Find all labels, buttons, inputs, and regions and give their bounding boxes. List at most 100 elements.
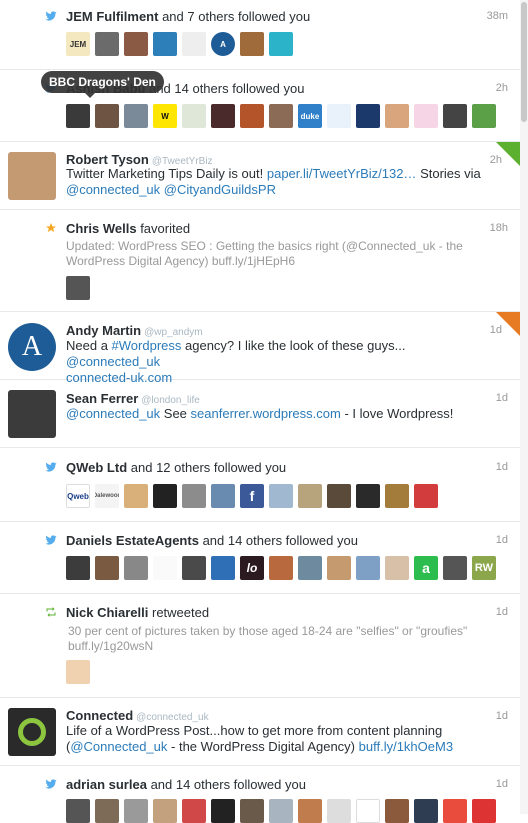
tweet-link[interactable]: seanferrer.wordpress.com <box>191 406 341 421</box>
avatar[interactable] <box>153 32 177 56</box>
avatar[interactable] <box>124 104 148 128</box>
avatar[interactable] <box>385 799 409 823</box>
avatar[interactable] <box>385 484 409 508</box>
avatar[interactable] <box>298 799 322 823</box>
mention-link[interactable]: @connected_uk <box>66 406 160 421</box>
notification-item[interactable]: adrian surlea and 14 others followed you… <box>0 766 520 823</box>
avatar[interactable] <box>356 104 380 128</box>
avatar[interactable] <box>356 484 380 508</box>
avatar[interactable] <box>472 104 496 128</box>
avatar[interactable]: RW <box>472 556 496 580</box>
avatar[interactable] <box>8 390 56 438</box>
avatar[interactable] <box>182 556 206 580</box>
avatar[interactable] <box>356 556 380 580</box>
avatar[interactable] <box>8 152 56 200</box>
notification-item[interactable]: Chris Wells favorited 18h Updated: WordP… <box>0 210 520 312</box>
user-name-link[interactable]: Sean Ferrer <box>66 391 138 406</box>
mention-link[interactable]: @Connected_uk <box>70 739 167 754</box>
avatar[interactable] <box>269 104 293 128</box>
avatar[interactable] <box>327 484 351 508</box>
avatar[interactable] <box>66 104 90 128</box>
tweet-link[interactable]: paper.li/TweetYrBiz/132… <box>267 166 417 181</box>
avatar[interactable]: f <box>240 484 264 508</box>
timestamp[interactable]: 2h <box>496 82 508 94</box>
tweet-item[interactable]: Robert Tyson @TweetYrBiz 2h Twitter Marke… <box>0 142 520 210</box>
avatar[interactable] <box>414 799 438 823</box>
tweet-item[interactable]: Sean Ferrer @london_life 1d @connected_uk… <box>0 380 520 448</box>
avatar[interactable] <box>327 104 351 128</box>
avatar[interactable] <box>414 104 438 128</box>
timestamp[interactable]: 1d <box>496 534 508 546</box>
hashtag-link[interactable]: #Wordpress <box>112 338 182 353</box>
avatar[interactable] <box>443 799 467 823</box>
timestamp[interactable]: 1d <box>496 606 508 618</box>
avatar[interactable]: A <box>211 32 235 56</box>
avatar[interactable] <box>269 799 293 823</box>
avatar[interactable] <box>269 556 293 580</box>
mention-link[interactable]: @connected_uk <box>66 182 160 197</box>
user-handle[interactable]: @connected_uk <box>136 712 208 723</box>
avatar[interactable] <box>95 799 119 823</box>
avatar[interactable] <box>356 799 380 823</box>
avatar[interactable] <box>153 556 177 580</box>
avatar[interactable] <box>327 556 351 580</box>
user-name-link[interactable]: Daniels EstateAgents <box>66 533 199 548</box>
avatar[interactable] <box>66 660 90 684</box>
avatar[interactable] <box>66 556 90 580</box>
avatar[interactable]: W <box>153 104 177 128</box>
avatar[interactable] <box>95 556 119 580</box>
avatar[interactable] <box>66 799 90 823</box>
timestamp[interactable]: 1d <box>496 392 508 404</box>
avatar[interactable] <box>211 556 235 580</box>
user-name-link[interactable]: Connected <box>66 708 133 723</box>
tweet-link[interactable]: buff.ly/1khOeM3 <box>359 739 453 754</box>
avatar[interactable]: Qweb <box>66 484 90 508</box>
scrollbar[interactable] <box>520 0 528 814</box>
user-name-link[interactable]: Andy Martin <box>66 323 141 338</box>
notification-item[interactable]: Nick Chiarelli retweeted 1d 30 per cent … <box>0 594 520 698</box>
notification-item[interactable]: QWeb Ltd and 12 others followed you 1d Q… <box>0 448 520 522</box>
avatar[interactable] <box>240 799 264 823</box>
avatar[interactable] <box>443 556 467 580</box>
avatar[interactable]: JEM <box>66 32 90 56</box>
avatar[interactable] <box>240 104 264 128</box>
timestamp[interactable]: 1d <box>496 461 508 473</box>
avatar[interactable] <box>327 799 351 823</box>
avatar[interactable] <box>385 104 409 128</box>
scrollbar-thumb[interactable] <box>521 2 527 122</box>
avatar[interactable] <box>211 799 235 823</box>
avatar[interactable] <box>66 276 90 300</box>
avatar[interactable] <box>153 484 177 508</box>
avatar[interactable] <box>298 556 322 580</box>
avatar[interactable] <box>95 32 119 56</box>
avatar[interactable] <box>95 104 119 128</box>
user-handle[interactable]: @wp_andym <box>144 327 203 338</box>
tweet-item[interactable]: A Andy Martin @wp_andym 1d Need a #Wordpr… <box>0 312 520 385</box>
avatar[interactable] <box>472 799 496 823</box>
avatar[interactable] <box>443 104 467 128</box>
avatar[interactable] <box>124 484 148 508</box>
mention-link[interactable]: @connected_uk <box>66 354 160 369</box>
avatar[interactable]: A <box>8 323 56 371</box>
avatar[interactable] <box>8 708 56 756</box>
user-name-link[interactable]: QWeb Ltd <box>66 460 127 475</box>
avatar[interactable]: lo <box>240 556 264 580</box>
avatar[interactable]: duke <box>298 104 322 128</box>
notification-item[interactable]: Daniels EstateAgents and 14 others follo… <box>0 522 520 594</box>
user-name-link[interactable]: adrian surlea <box>66 777 147 792</box>
user-name-link[interactable]: Nick Chiarelli <box>66 605 148 620</box>
timestamp[interactable]: 1d <box>496 778 508 790</box>
notification-item[interactable]: JEM Fulfilment and 7 others followed you… <box>0 0 520 70</box>
avatar[interactable] <box>182 104 206 128</box>
user-name-link[interactable]: JEM Fulfilment <box>66 9 158 24</box>
avatar[interactable] <box>124 32 148 56</box>
avatar[interactable] <box>124 556 148 580</box>
avatar[interactable] <box>211 104 235 128</box>
avatar[interactable]: Dalewood <box>95 484 119 508</box>
timestamp[interactable]: 1d <box>496 710 508 722</box>
avatar[interactable] <box>182 799 206 823</box>
avatar[interactable] <box>414 484 438 508</box>
avatar[interactable] <box>211 484 235 508</box>
tweet-item[interactable]: Connected @connected_uk 1d Life of a Word… <box>0 698 520 766</box>
timestamp[interactable]: 38m <box>487 10 508 22</box>
